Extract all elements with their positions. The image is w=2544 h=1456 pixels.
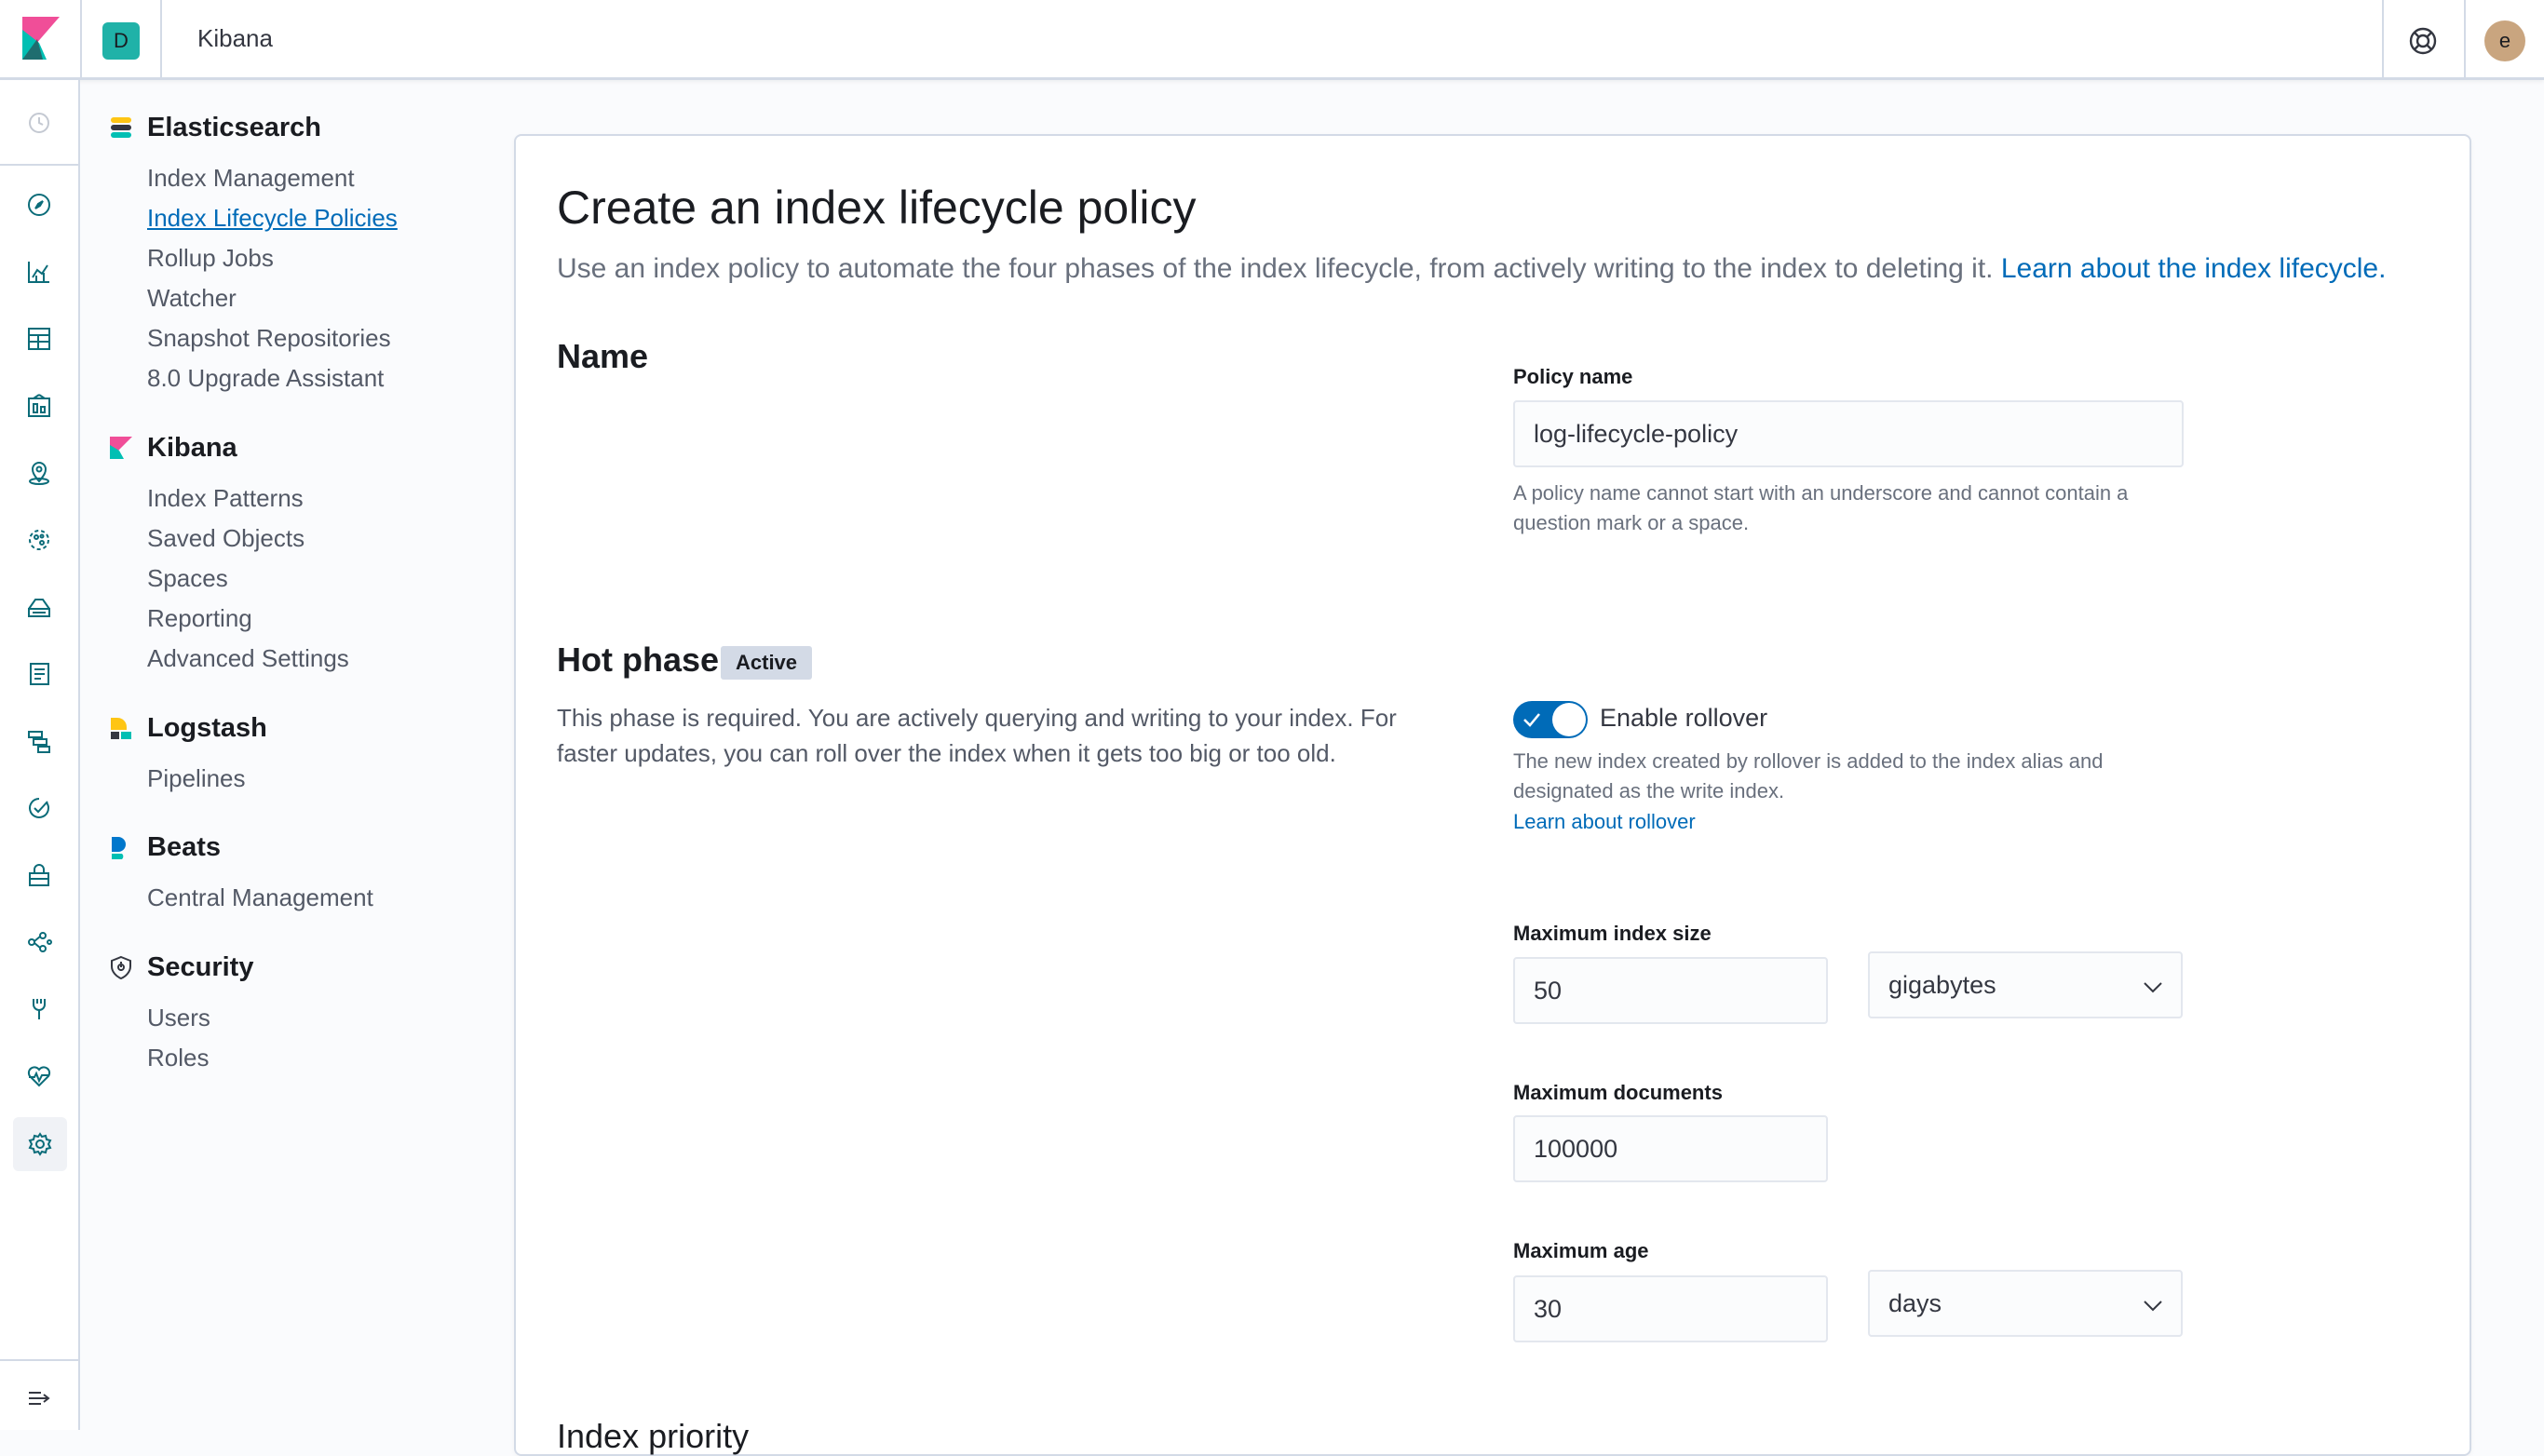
max-index-size-unit-select[interactable]: gigabytes bbox=[1868, 951, 2183, 1018]
menu-item-users[interactable]: Users bbox=[147, 1004, 210, 1032]
apm-icon[interactable] bbox=[20, 722, 58, 760]
menu-item-snapshot-repositories[interactable]: Snapshot Repositories bbox=[147, 324, 391, 353]
section-title: Elasticsearch bbox=[147, 112, 322, 142]
index-priority-heading: Index priority bbox=[557, 1417, 750, 1455]
learn-lifecycle-link[interactable]: Learn about the index lifecycle. bbox=[2001, 253, 2387, 284]
max-index-size-label: Maximum index size bbox=[1513, 922, 1712, 945]
menu-item-pipelines[interactable]: Pipelines bbox=[147, 764, 246, 793]
infrastructure-icon[interactable] bbox=[20, 588, 58, 626]
dev-tools-icon[interactable] bbox=[20, 991, 58, 1028]
hot-phase-heading: Hot phase bbox=[557, 640, 720, 679]
learn-rollover-link[interactable]: Learn about rollover bbox=[1513, 810, 1696, 834]
kibana-icon bbox=[110, 437, 132, 459]
top-header: D Kibana e bbox=[0, 0, 2544, 80]
header-divider bbox=[2464, 0, 2466, 78]
section-beats: Beats bbox=[108, 829, 221, 866]
visualize-icon[interactable] bbox=[20, 253, 58, 290]
menu-item-roles[interactable]: Roles bbox=[147, 1044, 209, 1072]
uptime-icon[interactable] bbox=[20, 789, 58, 827]
policy-name-label: Policy name bbox=[1513, 365, 1633, 388]
enable-rollover-toggle[interactable] bbox=[1513, 701, 1588, 738]
menu-item-advanced-settings[interactable]: Advanced Settings bbox=[147, 644, 349, 673]
section-elasticsearch: Elasticsearch bbox=[108, 109, 321, 146]
kibana-logo[interactable] bbox=[22, 17, 60, 60]
section-security: Security bbox=[108, 949, 253, 986]
max-age-input[interactable] bbox=[1513, 1275, 1828, 1342]
user-avatar[interactable]: e bbox=[2484, 20, 2525, 61]
status-badge: Active bbox=[721, 646, 813, 680]
menu-item-saved-objects[interactable]: Saved Objects bbox=[147, 524, 304, 553]
chevron-down-icon bbox=[2144, 1301, 2162, 1312]
nav-divider bbox=[0, 1359, 80, 1361]
shield-icon bbox=[111, 955, 131, 980]
section-title: Beats bbox=[147, 831, 221, 862]
check-icon bbox=[1523, 713, 1540, 727]
header-divider bbox=[80, 0, 82, 78]
section-title: Security bbox=[147, 951, 254, 982]
section-logstash: Logstash bbox=[108, 709, 267, 747]
ml-icon[interactable] bbox=[20, 521, 58, 559]
policy-name-help: A policy name cannot start with an under… bbox=[1513, 481, 2129, 534]
icon-nav bbox=[0, 80, 80, 1430]
menu-item-reporting[interactable]: Reporting bbox=[147, 604, 252, 633]
space-avatar[interactable]: D bbox=[102, 22, 140, 60]
toggle-knob bbox=[1552, 703, 1586, 736]
siem-icon[interactable] bbox=[20, 856, 58, 894]
header-divider bbox=[160, 0, 162, 78]
select-value: days bbox=[1888, 1289, 1942, 1317]
select-value: gigabytes bbox=[1888, 971, 1996, 999]
canvas-icon[interactable] bbox=[20, 387, 58, 425]
menu-item-rollup-jobs[interactable]: Rollup Jobs bbox=[147, 244, 274, 273]
chevron-down-icon bbox=[2144, 982, 2162, 993]
elasticsearch-icon bbox=[111, 117, 131, 138]
menu-item-index-lifecycle-policies[interactable]: Index Lifecycle Policies bbox=[147, 204, 398, 233]
header-divider bbox=[2382, 0, 2384, 78]
dashboard-icon[interactable] bbox=[20, 320, 58, 357]
max-age-unit-select[interactable]: days bbox=[1868, 1270, 2183, 1337]
clock-icon[interactable] bbox=[20, 104, 58, 142]
logstash-icon bbox=[111, 718, 131, 739]
app-title: Kibana bbox=[197, 24, 273, 52]
max-index-size-input[interactable] bbox=[1513, 957, 1828, 1024]
logs-icon[interactable] bbox=[20, 655, 58, 693]
management-side-menu: Elasticsearch Index Management Index Lif… bbox=[80, 80, 508, 1430]
menu-item-watcher[interactable]: Watcher bbox=[147, 284, 237, 313]
menu-item-index-management[interactable]: Index Management bbox=[147, 164, 355, 193]
page-description-text: Use an index policy to automate the four… bbox=[557, 253, 1994, 284]
page-description: Use an index policy to automate the four… bbox=[557, 253, 2386, 285]
max-documents-input[interactable] bbox=[1513, 1115, 1828, 1182]
enable-rollover-label[interactable]: Enable rollover bbox=[1600, 704, 1767, 733]
page-title: Create an index lifecycle policy bbox=[557, 182, 1197, 234]
nav-divider bbox=[0, 164, 80, 166]
collapse-icon[interactable] bbox=[20, 1380, 58, 1417]
section-kibana: Kibana bbox=[108, 429, 237, 466]
discover-icon[interactable] bbox=[20, 186, 58, 223]
max-documents-label: Maximum documents bbox=[1513, 1081, 1723, 1104]
help-icon[interactable] bbox=[2404, 22, 2442, 60]
maps-icon[interactable] bbox=[20, 454, 58, 492]
menu-item-upgrade-assistant[interactable]: 8.0 Upgrade Assistant bbox=[147, 364, 384, 393]
policy-name-input[interactable] bbox=[1513, 400, 2184, 467]
menu-item-central-management[interactable]: Central Management bbox=[147, 883, 373, 912]
monitoring-icon[interactable] bbox=[20, 1058, 58, 1095]
hot-phase-description: This phase is required. You are actively… bbox=[557, 704, 1397, 767]
management-icon[interactable] bbox=[13, 1117, 67, 1171]
rollover-help: The new index created by rollover is add… bbox=[1513, 749, 2104, 802]
max-age-label: Maximum age bbox=[1513, 1239, 1649, 1262]
name-heading: Name bbox=[557, 337, 649, 375]
graph-icon[interactable] bbox=[20, 923, 58, 961]
menu-item-index-patterns[interactable]: Index Patterns bbox=[147, 484, 304, 513]
menu-item-spaces[interactable]: Spaces bbox=[147, 564, 228, 593]
beats-icon bbox=[112, 837, 126, 859]
section-title: Logstash bbox=[147, 712, 267, 743]
section-title: Kibana bbox=[147, 432, 237, 463]
